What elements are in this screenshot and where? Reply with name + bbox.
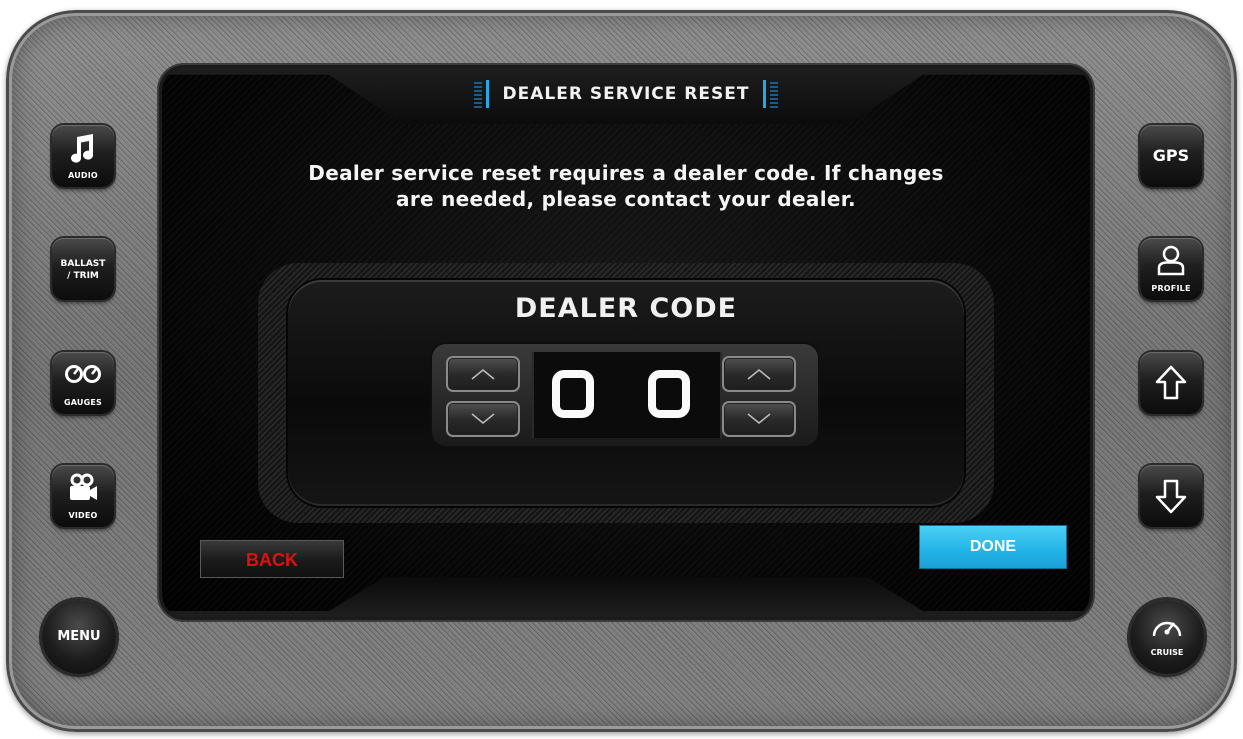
ballast-label-line1: BALLAST	[60, 259, 106, 269]
arrow-down-icon	[1140, 478, 1202, 514]
gauges-icon	[52, 364, 114, 384]
code-digits-display: 0 0	[532, 352, 722, 438]
audio-label: AUDIO	[68, 171, 98, 180]
title-decoration-left	[473, 80, 482, 108]
audio-button[interactable]: AUDIO	[52, 125, 114, 187]
ballast-label-line2: / TRIM	[67, 271, 99, 281]
gauges-button[interactable]: GAUGES	[52, 352, 114, 414]
digit2-down-button[interactable]	[722, 401, 796, 437]
gauges-label: GAUGES	[63, 398, 102, 407]
back-button[interactable]: BACK	[200, 540, 344, 578]
down-button[interactable]	[1140, 465, 1202, 527]
gps-button[interactable]: GPS	[1140, 125, 1202, 187]
video-camera-icon	[52, 473, 114, 503]
menu-button[interactable]: MENU	[42, 600, 116, 674]
profile-icon	[1140, 244, 1202, 276]
info-message-line2: are needed, please contact your dealer.	[396, 187, 856, 211]
profile-button[interactable]: PROFILE	[1140, 238, 1202, 300]
chevron-up-icon	[747, 369, 771, 380]
chevron-up-icon	[471, 369, 495, 380]
chevron-down-icon	[471, 413, 495, 424]
chevron-down-icon	[747, 413, 771, 424]
title-container: DEALER SERVICE RESET	[162, 80, 1090, 108]
info-message: Dealer service reset requires a dealer c…	[162, 160, 1090, 212]
profile-label: PROFILE	[1151, 284, 1191, 293]
done-button[interactable]: DONE	[920, 526, 1066, 568]
menu-label: MENU	[57, 629, 101, 644]
dealer-code-label: DEALER CODE	[514, 293, 738, 324]
display-screen: DEALER SERVICE RESET Dealer service rese…	[162, 68, 1090, 617]
page-title: DEALER SERVICE RESET	[485, 80, 767, 108]
gps-label: GPS	[1152, 146, 1190, 165]
speedometer-icon	[1130, 614, 1204, 640]
up-button[interactable]	[1140, 352, 1202, 414]
arrow-up-icon	[1140, 365, 1202, 401]
digit1-down-button[interactable]	[446, 401, 520, 437]
video-button[interactable]: VIDEO	[52, 465, 114, 527]
code-digit-2: 0	[648, 370, 690, 418]
digit2-up-button[interactable]	[722, 356, 796, 392]
info-message-line1: Dealer service reset requires a dealer c…	[308, 161, 944, 185]
cruise-button[interactable]: CRUISE	[1130, 600, 1204, 674]
code-digit-1: 0	[552, 370, 594, 418]
bottom-bar	[162, 577, 1090, 617]
ballast-trim-button[interactable]: BALLAST / TRIM	[52, 238, 114, 300]
title-decoration-right	[770, 80, 779, 108]
cruise-label: CRUISE	[1150, 648, 1184, 657]
music-note-icon	[52, 133, 114, 165]
digit1-up-button[interactable]	[446, 356, 520, 392]
video-label: VIDEO	[68, 511, 98, 520]
